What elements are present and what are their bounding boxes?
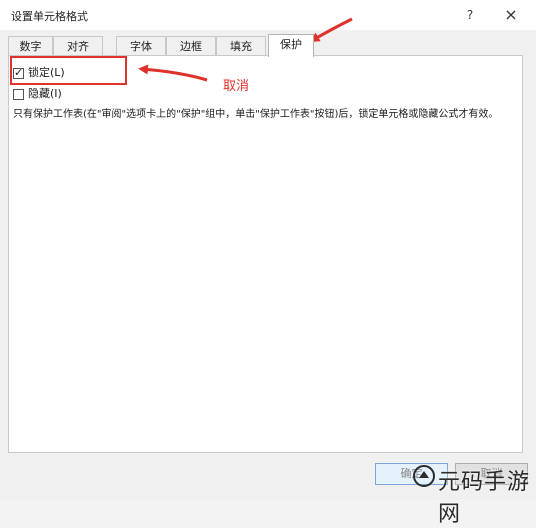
format-cells-dialog: 设置单元格格式 ? × 数字 对齐 字体 边框 填充 保护 ✓ 锁定(L) 隐藏(…: [0, 0, 536, 527]
tab-protection[interactable]: 保护: [268, 34, 314, 57]
annotation-arrows: [138, 17, 353, 82]
site-watermark: 元码手游网: [408, 458, 536, 527]
watermark-text: 元码手游网: [438, 470, 531, 527]
arrow-to-locked-checkbox: [138, 64, 208, 82]
arrow-to-protection-tab: [309, 17, 353, 43]
watermark-logo-icon: [413, 465, 435, 487]
